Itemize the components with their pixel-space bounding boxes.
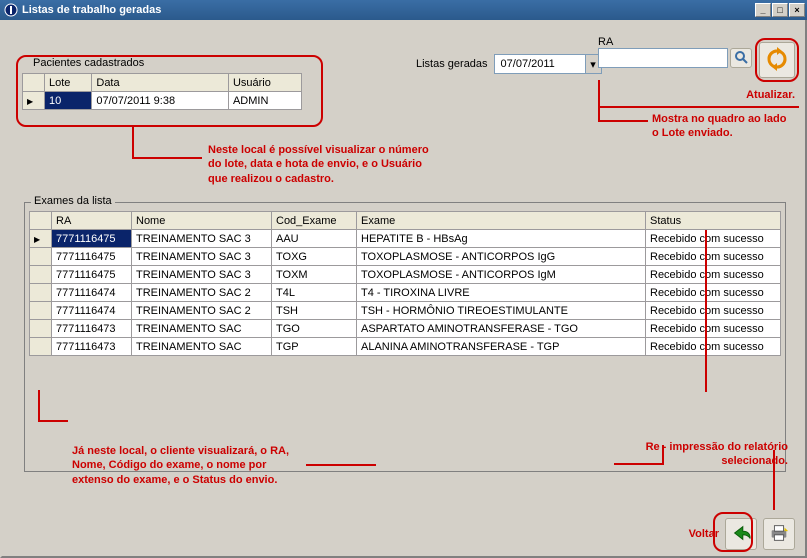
row-selector[interactable] [30, 248, 52, 266]
cell-status[interactable]: Recebido com sucesso [646, 266, 781, 284]
cell-nome[interactable]: TREINAMENTO SAC 3 [132, 248, 272, 266]
cell-exame[interactable]: T4 - TIROXINA LIVRE [357, 284, 646, 302]
col-lote[interactable]: Lote [45, 74, 92, 92]
window-body: Listas geradas 07/07/2011 ▾ RA Atualizar… [0, 20, 807, 558]
cell-status[interactable]: Recebido com sucesso [646, 284, 781, 302]
cell-status[interactable]: Recebido com sucesso [646, 248, 781, 266]
cell-ra[interactable]: 7771116474 [52, 284, 132, 302]
cell-ra[interactable]: 7771116475 [52, 248, 132, 266]
window-title: Listas de trabalho geradas [22, 4, 161, 16]
date-select[interactable]: 07/07/2011 ▾ [494, 54, 602, 74]
cell-status[interactable]: Recebido com sucesso [646, 302, 781, 320]
refresh-icon [765, 47, 789, 74]
rowheader-blank [23, 74, 45, 92]
back-arrow-icon [730, 522, 752, 547]
cell-exame[interactable]: TOXOPLASMOSE - ANTICORPOS IgM [357, 266, 646, 284]
cell-exame[interactable]: TSH - HORMÔNIO TIREOESTIMULANTE [357, 302, 646, 320]
col-usuario[interactable]: Usuário [228, 74, 301, 92]
col-cod[interactable]: Cod_Exame [272, 212, 357, 230]
row-selector[interactable] [30, 230, 52, 248]
cell-cod[interactable]: TGO [272, 320, 357, 338]
cell-exame[interactable]: ASPARTATO AMINOTRANSFERASE - TGO [357, 320, 646, 338]
table-row[interactable]: 7771116475TREINAMENTO SAC 3AAUHEPATITE B… [30, 230, 781, 248]
cell-lote[interactable]: 10 [45, 92, 92, 110]
col-data[interactable]: Data [92, 74, 229, 92]
annot-atualizar: Atualizar. [746, 88, 795, 102]
cell-status[interactable]: Recebido com sucesso [646, 338, 781, 356]
date-select-value: 07/07/2011 [495, 58, 585, 70]
cell-exame[interactable]: HEPATITE B - HBsAg [357, 230, 646, 248]
ra-label: RA [598, 36, 613, 48]
cell-nome[interactable]: TREINAMENTO SAC [132, 320, 272, 338]
table-row[interactable]: 7771116474TREINAMENTO SAC 2TSHTSH - HORM… [30, 302, 781, 320]
app-icon [4, 3, 18, 17]
row-selector[interactable] [23, 92, 45, 110]
pacientes-table[interactable]: Lote Data Usuário 10 07/07/2011 9:38 ADM… [22, 73, 302, 110]
cell-ra[interactable]: 7771116474 [52, 302, 132, 320]
col-nome[interactable]: Nome [132, 212, 272, 230]
titlebar: Listas de trabalho geradas _ □ × [0, 0, 807, 20]
col-ra[interactable]: RA [52, 212, 132, 230]
cell-ra[interactable]: 7771116473 [52, 320, 132, 338]
back-button[interactable] [725, 518, 757, 550]
cell-cod[interactable]: TOXG [272, 248, 357, 266]
cell-cod[interactable]: AAU [272, 230, 357, 248]
cell-status[interactable]: Recebido com sucesso [646, 230, 781, 248]
row-selector[interactable] [30, 302, 52, 320]
row-selector[interactable] [30, 284, 52, 302]
table-row[interactable]: 7771116475TREINAMENTO SAC 3TOXGTOXOPLASM… [30, 248, 781, 266]
annot-mostra-lote: Mostra no quadro ao lado o Lote enviado. [652, 112, 792, 141]
ra-input[interactable] [598, 48, 728, 68]
minimize-button[interactable]: _ [755, 3, 771, 17]
cell-cod[interactable]: TSH [272, 302, 357, 320]
cell-cod[interactable]: TGP [272, 338, 357, 356]
cell-exame[interactable]: ALANINA AMINOTRANSFERASE - TGP [357, 338, 646, 356]
cell-usuario[interactable]: ADMIN [228, 92, 301, 110]
close-button[interactable]: × [789, 3, 805, 17]
exames-table[interactable]: RA Nome Cod_Exame Exame Status 777111647… [29, 211, 781, 356]
table-row[interactable]: 7771116473TREINAMENTO SACTGPALANINA AMIN… [30, 338, 781, 356]
row-selector[interactable] [30, 266, 52, 284]
col-exame[interactable]: Exame [357, 212, 646, 230]
cell-cod[interactable]: T4L [272, 284, 357, 302]
table-row[interactable]: 7771116475TREINAMENTO SAC 3TOXMTOXOPLASM… [30, 266, 781, 284]
table-row[interactable]: 7771116474TREINAMENTO SAC 2T4LT4 - TIROX… [30, 284, 781, 302]
col-status[interactable]: Status [646, 212, 781, 230]
maximize-button[interactable]: □ [772, 3, 788, 17]
print-button[interactable] [763, 518, 795, 550]
search-icon [734, 50, 748, 67]
cell-exame[interactable]: TOXOPLASMOSE - ANTICORPOS IgG [357, 248, 646, 266]
listas-geradas-label: Listas geradas [416, 58, 488, 70]
cell-ra[interactable]: 7771116473 [52, 338, 132, 356]
cell-nome[interactable]: TREINAMENTO SAC 2 [132, 302, 272, 320]
search-button[interactable] [730, 48, 752, 68]
printer-icon [768, 522, 790, 547]
table-row[interactable]: 10 07/07/2011 9:38 ADMIN [23, 92, 302, 110]
cell-nome[interactable]: TREINAMENTO SAC 3 [132, 230, 272, 248]
cell-ra[interactable]: 7771116475 [52, 266, 132, 284]
pacientes-legend: Pacientes cadastrados [30, 57, 147, 69]
cell-status[interactable]: Recebido com sucesso [646, 320, 781, 338]
cell-nome[interactable]: TREINAMENTO SAC [132, 338, 272, 356]
refresh-button[interactable] [759, 42, 795, 78]
row-selector[interactable] [30, 338, 52, 356]
cell-nome[interactable]: TREINAMENTO SAC 3 [132, 266, 272, 284]
cell-nome[interactable]: TREINAMENTO SAC 2 [132, 284, 272, 302]
cell-ra[interactable]: 7771116475 [52, 230, 132, 248]
row-selector[interactable] [30, 320, 52, 338]
table-row[interactable]: 7771116473TREINAMENTO SACTGOASPARTATO AM… [30, 320, 781, 338]
exames-legend: Exames da lista [31, 195, 115, 207]
cell-data[interactable]: 07/07/2011 9:38 [92, 92, 229, 110]
voltar-label: Voltar [689, 527, 719, 541]
annot-pacientes: Neste local é possível visualizar o núme… [208, 143, 438, 186]
cell-cod[interactable]: TOXM [272, 266, 357, 284]
